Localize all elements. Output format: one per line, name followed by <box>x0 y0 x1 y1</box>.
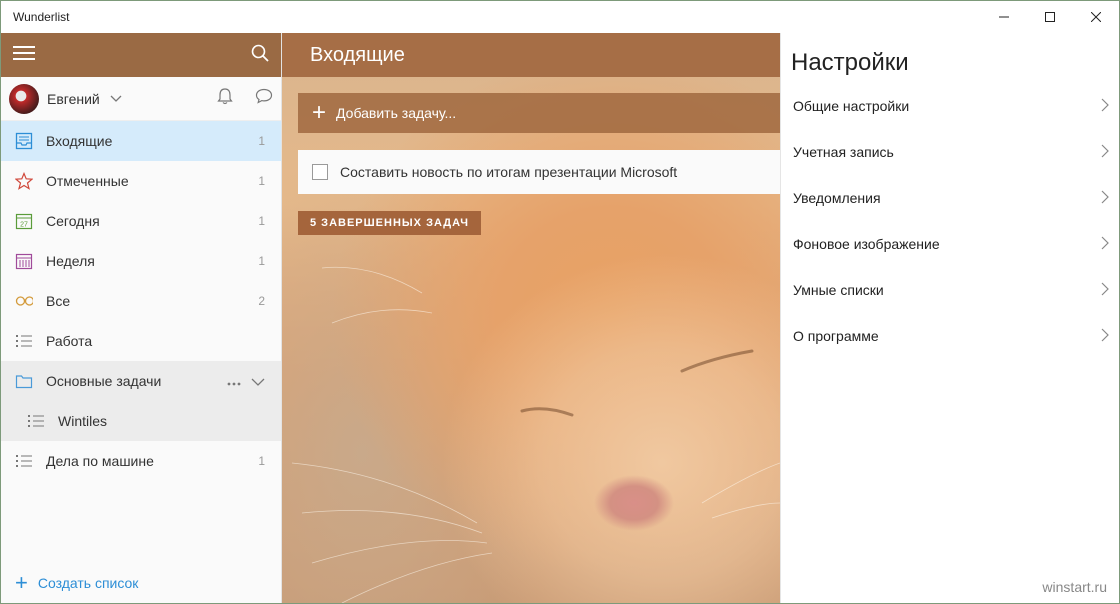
sidebar-item-label: Неделя <box>46 253 95 269</box>
task-checkbox[interactable] <box>312 164 328 180</box>
settings-item-general[interactable]: Общие настройки <box>781 83 1119 129</box>
window-controls <box>981 1 1119 33</box>
plus-icon: + <box>15 570 28 595</box>
hamburger-icon <box>13 45 35 60</box>
bell-icon <box>217 88 233 105</box>
sidebar-item-all[interactable]: Все 2 <box>1 281 281 321</box>
sidebar-item-label: Сегодня <box>46 213 100 229</box>
task-item[interactable]: Составить новость по итогам презентации … <box>298 150 780 194</box>
close-icon <box>1091 12 1101 22</box>
sidebar-item-inbox[interactable]: Входящие 1 <box>1 121 281 161</box>
star-icon <box>15 172 33 190</box>
more-options-button[interactable] <box>227 373 241 389</box>
show-completed-button[interactable]: 5 ЗАВЕРШЕННЫХ ЗАДАЧ <box>298 211 481 235</box>
sidebar-folder-main-tasks[interactable]: Основные задачи <box>1 361 281 401</box>
minimize-button[interactable] <box>981 1 1027 33</box>
search-icon <box>251 44 269 62</box>
settings-item-label: Фоновое изображение <box>793 236 940 252</box>
plus-icon: + <box>312 99 327 126</box>
main-panel: Входящие + Добавить задачу... Составить … <box>282 33 780 603</box>
sidebar-item-label: Все <box>46 293 71 309</box>
folder-actions <box>227 373 265 389</box>
add-task-input[interactable]: + Добавить задачу... <box>298 93 780 133</box>
list-title: Входящие <box>310 43 405 66</box>
avatar[interactable] <box>9 83 39 114</box>
sidebar-item-label: Работа <box>46 333 93 349</box>
chevron-down-icon <box>251 378 265 386</box>
close-button[interactable] <box>1073 1 1119 33</box>
settings-item-background[interactable]: Фоновое изображение <box>781 221 1119 267</box>
list-icon <box>27 412 45 430</box>
conversations-button[interactable] <box>255 88 273 109</box>
settings-item-label: Общие настройки <box>793 98 910 114</box>
more-icon <box>227 382 241 386</box>
calendar-today-icon: 27 <box>15 212 33 230</box>
sidebar-item-label: Входящие <box>46 133 113 149</box>
item-count: 1 <box>258 254 265 268</box>
sidebar-item-today[interactable]: 27 Сегодня 1 <box>1 201 281 241</box>
user-name[interactable]: Евгений <box>47 91 100 107</box>
item-count: 1 <box>258 454 265 468</box>
notifications-button[interactable] <box>217 87 233 110</box>
list-icon <box>15 452 33 470</box>
inbox-icon <box>15 132 33 150</box>
chevron-right-icon <box>1101 98 1109 115</box>
app-title: Wunderlist <box>13 10 70 24</box>
settings-list: Общие настройки Учетная запись Уведомлен… <box>781 83 1119 359</box>
list-icon <box>15 332 33 350</box>
chevron-right-icon <box>1101 328 1109 345</box>
svg-text:27: 27 <box>20 222 28 229</box>
sidebar-item-label: Основные задачи <box>46 373 162 389</box>
chevron-down-icon[interactable] <box>110 90 122 108</box>
user-row-actions <box>217 87 273 110</box>
settings-panel: Настройки Общие настройки Учетная запись… <box>780 33 1119 603</box>
search-button[interactable] <box>251 44 269 67</box>
folder-icon <box>15 372 33 390</box>
settings-item-about[interactable]: О программе <box>781 313 1119 359</box>
item-count: 2 <box>258 294 265 308</box>
create-list-button[interactable]: + Создать список <box>1 561 281 603</box>
settings-item-label: Умные списки <box>793 282 884 298</box>
settings-item-label: Уведомления <box>793 190 881 206</box>
comment-icon <box>255 88 273 104</box>
task-title[interactable]: Составить новость по итогам презентации … <box>340 164 677 180</box>
settings-item-label: О программе <box>793 328 879 344</box>
app-window: Wunderlist Евгений Входящие 1 Отмеченные… <box>0 0 1120 604</box>
settings-item-label: Учетная запись <box>793 144 894 160</box>
sidebar-item-label: Wintiles <box>58 413 108 429</box>
sidebar-item-wintiles[interactable]: Wintiles <box>1 401 281 441</box>
chevron-right-icon <box>1101 190 1109 207</box>
sidebar-header <box>1 33 281 77</box>
sidebar: Евгений Входящие 1 Отмеченные 1 27 Сегод… <box>1 33 282 603</box>
item-count: 1 <box>258 174 265 188</box>
sidebar-item-label: Отмеченные <box>46 173 129 189</box>
title-bar: Wunderlist <box>1 1 1119 33</box>
settings-title: Настройки <box>791 49 909 76</box>
item-count: 1 <box>258 134 265 148</box>
sidebar-item-week[interactable]: Неделя 1 <box>1 241 281 281</box>
minimize-icon <box>999 16 1009 18</box>
chevron-right-icon <box>1101 236 1109 253</box>
sidebar-item-car-tasks[interactable]: Дела по машине 1 <box>1 441 281 481</box>
sidebar-item-starred[interactable]: Отмеченные 1 <box>1 161 281 201</box>
chevron-right-icon <box>1101 282 1109 299</box>
user-row[interactable]: Евгений <box>1 77 281 121</box>
watermark: winstart.ru <box>1042 579 1107 595</box>
settings-item-notifications[interactable]: Уведомления <box>781 175 1119 221</box>
infinity-icon <box>15 292 33 310</box>
calendar-week-icon <box>15 252 33 270</box>
hamburger-menu-button[interactable] <box>13 45 35 65</box>
main-header: Входящие <box>282 33 780 77</box>
add-task-placeholder: Добавить задачу... <box>336 105 457 121</box>
maximize-icon <box>1045 12 1055 22</box>
maximize-button[interactable] <box>1027 1 1073 33</box>
collapse-folder-button[interactable] <box>251 373 265 389</box>
settings-item-account[interactable]: Учетная запись <box>781 129 1119 175</box>
item-count: 1 <box>258 214 265 228</box>
settings-item-smart-lists[interactable]: Умные списки <box>781 267 1119 313</box>
create-list-label: Создать список <box>37 575 139 591</box>
sidebar-item-label: Дела по машине <box>46 453 154 469</box>
sidebar-item-work[interactable]: Работа <box>1 321 281 361</box>
chevron-right-icon <box>1101 144 1109 161</box>
